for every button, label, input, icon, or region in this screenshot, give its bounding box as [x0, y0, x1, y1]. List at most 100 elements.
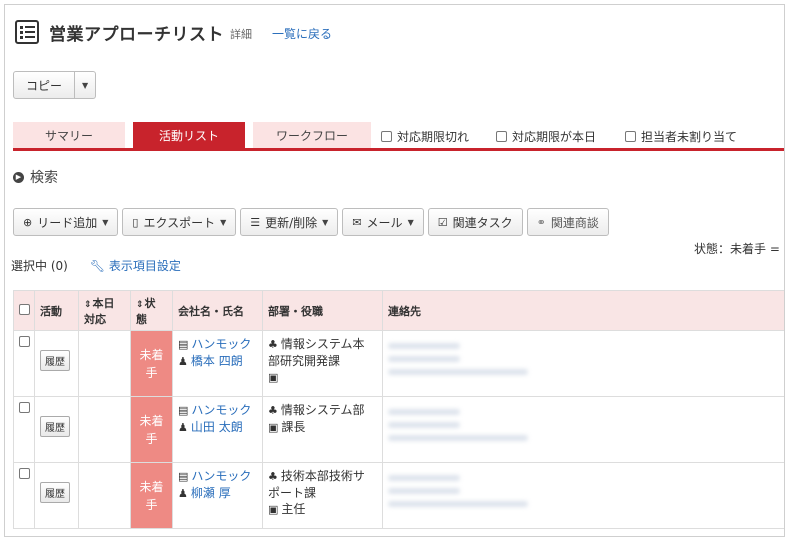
header-today[interactable]: ⇕本日 対応	[78, 290, 131, 331]
dept-line-1: 情報システム本	[280, 337, 365, 351]
unassigned-checkbox[interactable]	[625, 131, 636, 142]
status-text-2: 手	[145, 497, 158, 512]
back-to-list-link[interactable]: 一覧に戻る	[272, 25, 332, 42]
row-checkbox[interactable]	[19, 402, 30, 413]
row-select-cell	[13, 462, 35, 529]
row-checkbox[interactable]	[19, 468, 30, 479]
plus-circle-icon: ⊕	[23, 215, 33, 229]
mail-button[interactable]: ✉ メール ▼	[342, 208, 424, 236]
copy-button-group: コピー ▼	[13, 71, 97, 99]
blurred-mobile	[388, 488, 460, 494]
tab-activity-list[interactable]: 活動リスト	[133, 122, 245, 148]
status-cell: 未着手	[130, 462, 173, 529]
person-name: 柳瀬 厚	[190, 486, 231, 500]
blurred-phone	[388, 475, 460, 481]
caret-down-icon: ▼	[322, 217, 329, 227]
export-button[interactable]: ▯ エクスポート ▼	[122, 208, 237, 236]
caret-down-icon: ▼	[407, 217, 414, 227]
company-link[interactable]: ▤ ハンモック	[178, 336, 257, 353]
filter-due-today[interactable]: 対応期限が本日	[496, 128, 596, 145]
tab-summary[interactable]: サマリー	[13, 122, 125, 148]
select-all-cell	[13, 290, 35, 331]
company-name: ハンモック	[191, 469, 252, 483]
status-cell: 未着手	[130, 330, 173, 397]
mail-label: メール	[366, 215, 403, 230]
id-card-icon: ▣	[268, 503, 279, 516]
status-text-1: 未着	[139, 347, 164, 362]
blurred-phone	[388, 409, 460, 415]
related-deal-button[interactable]: ⚭ 関連商談	[526, 208, 609, 236]
user-icon: ♟	[178, 487, 188, 500]
header-activity: 活動	[34, 290, 79, 331]
blurred-email	[388, 501, 528, 507]
update-delete-button[interactable]: ☰ 更新/削除 ▼	[240, 208, 339, 236]
chevron-right-icon: ▶	[13, 171, 24, 183]
activity-table: 活動 ⇕本日 対応 ⇕状態 会社名・氏名 部署・役職 連絡先 履歴 未着手 ▤ ハン…	[13, 290, 784, 529]
copy-button[interactable]: コピー	[13, 71, 76, 99]
person-link[interactable]: ♟ 橋本 四朗	[178, 353, 257, 370]
history-button[interactable]: 履歴	[40, 416, 70, 437]
page-frame: 営業アプローチリスト 詳細 一覧に戻る コピー ▼ サマリー 活動リスト ワーク…	[4, 4, 785, 537]
history-button[interactable]: 履歴	[40, 350, 70, 371]
add-lead-button[interactable]: ⊕ リード追加 ▼	[13, 208, 119, 236]
company-name: ハンモック	[191, 337, 252, 351]
header-today-1: 本日	[92, 296, 115, 310]
job-title-text: 主任	[281, 502, 306, 516]
row-checkbox[interactable]	[19, 336, 30, 347]
company-cell: ▤ ハンモック ♟ 山田 太朗	[172, 396, 263, 463]
job-title-text: 課長	[281, 420, 306, 434]
status-text-1: 未着	[139, 413, 164, 428]
today-cell	[78, 462, 131, 529]
table-row: 履歴 未着手 ▤ ハンモック ♟ 山田 太朗 ♣ 情報システム部 ▣ 課長	[13, 396, 784, 463]
building-icon: ▤	[178, 404, 189, 417]
filter-unassigned[interactable]: 担当者未割り当て	[625, 128, 737, 145]
dept-cell: ♣ 技術本部技術サ ポート課 ▣ 主任	[262, 462, 383, 529]
status-text-2: 手	[145, 431, 158, 446]
company-link[interactable]: ▤ ハンモック	[178, 402, 257, 419]
id-card-icon: ▣	[268, 371, 279, 384]
status-cell: 未着手	[130, 396, 173, 463]
org-chart-icon: ♣	[268, 338, 278, 351]
org-chart-icon: ♣	[268, 470, 278, 483]
person-link[interactable]: ♟ 柳瀬 厚	[178, 485, 257, 502]
table-row: 履歴 未着手 ▤ ハンモック ♟ 柳瀬 厚 ♣ 技術本部技術サ ポート課 ▣ 主任	[13, 462, 784, 529]
company-link[interactable]: ▤ ハンモック	[178, 468, 257, 485]
building-icon: ▤	[178, 470, 189, 483]
caret-down-icon: ▼	[102, 217, 109, 227]
update-delete-label: 更新/削除	[265, 215, 318, 230]
status-filter-text: 状態：未着手 =	[694, 242, 780, 256]
caret-down-icon: ▼	[220, 217, 227, 227]
select-all-checkbox[interactable]	[19, 303, 30, 315]
blurred-email	[388, 435, 528, 441]
checkbox-icon: ☑	[437, 215, 448, 229]
tab-workflow[interactable]: ワークフロー	[253, 122, 371, 148]
dept-cell: ♣ 情報システム部 ▣ 課長	[262, 396, 383, 463]
search-toggle[interactable]: ▶ 検索	[13, 167, 58, 187]
search-label: 検索	[30, 170, 58, 186]
list-icon	[15, 20, 39, 44]
person-link[interactable]: ♟ 山田 太朗	[178, 419, 257, 436]
header-status[interactable]: ⇕状態	[130, 290, 173, 331]
table-row: 履歴 未着手 ▤ ハンモック ♟ 橋本 四朗 ♣ 情報システム本 部研究開発課 ▣	[13, 330, 784, 397]
caret-down-icon: ▼	[82, 80, 89, 90]
column-settings-link[interactable]: 🔧︎ 表示項目設定	[90, 257, 181, 274]
user-icon: ♟	[178, 355, 188, 368]
dept-cell: ♣ 情報システム本 部研究開発課 ▣	[262, 330, 383, 397]
blurred-mobile	[388, 356, 460, 362]
overdue-checkbox[interactable]	[381, 131, 392, 142]
due-today-checkbox[interactable]	[496, 131, 507, 142]
person-name: 山田 太朗	[190, 420, 243, 434]
header-dept: 部署・役職	[262, 290, 383, 331]
header-company: 会社名・氏名	[172, 290, 263, 331]
related-task-button[interactable]: ☑ 関連タスク	[427, 208, 523, 236]
header-status-1: 状	[144, 296, 156, 310]
wrench-icon: 🔧︎	[89, 259, 106, 273]
dept-line-1: 情報システム部	[280, 403, 365, 417]
blurred-phone	[388, 343, 460, 349]
filter-overdue[interactable]: 対応期限切れ	[381, 128, 469, 145]
history-button[interactable]: 履歴	[40, 482, 70, 503]
copy-dropdown-button[interactable]: ▼	[75, 71, 97, 99]
dept-line-2: ポート課	[268, 486, 317, 500]
header-status-2: 態	[136, 312, 147, 326]
activity-cell: 履歴	[34, 330, 79, 397]
